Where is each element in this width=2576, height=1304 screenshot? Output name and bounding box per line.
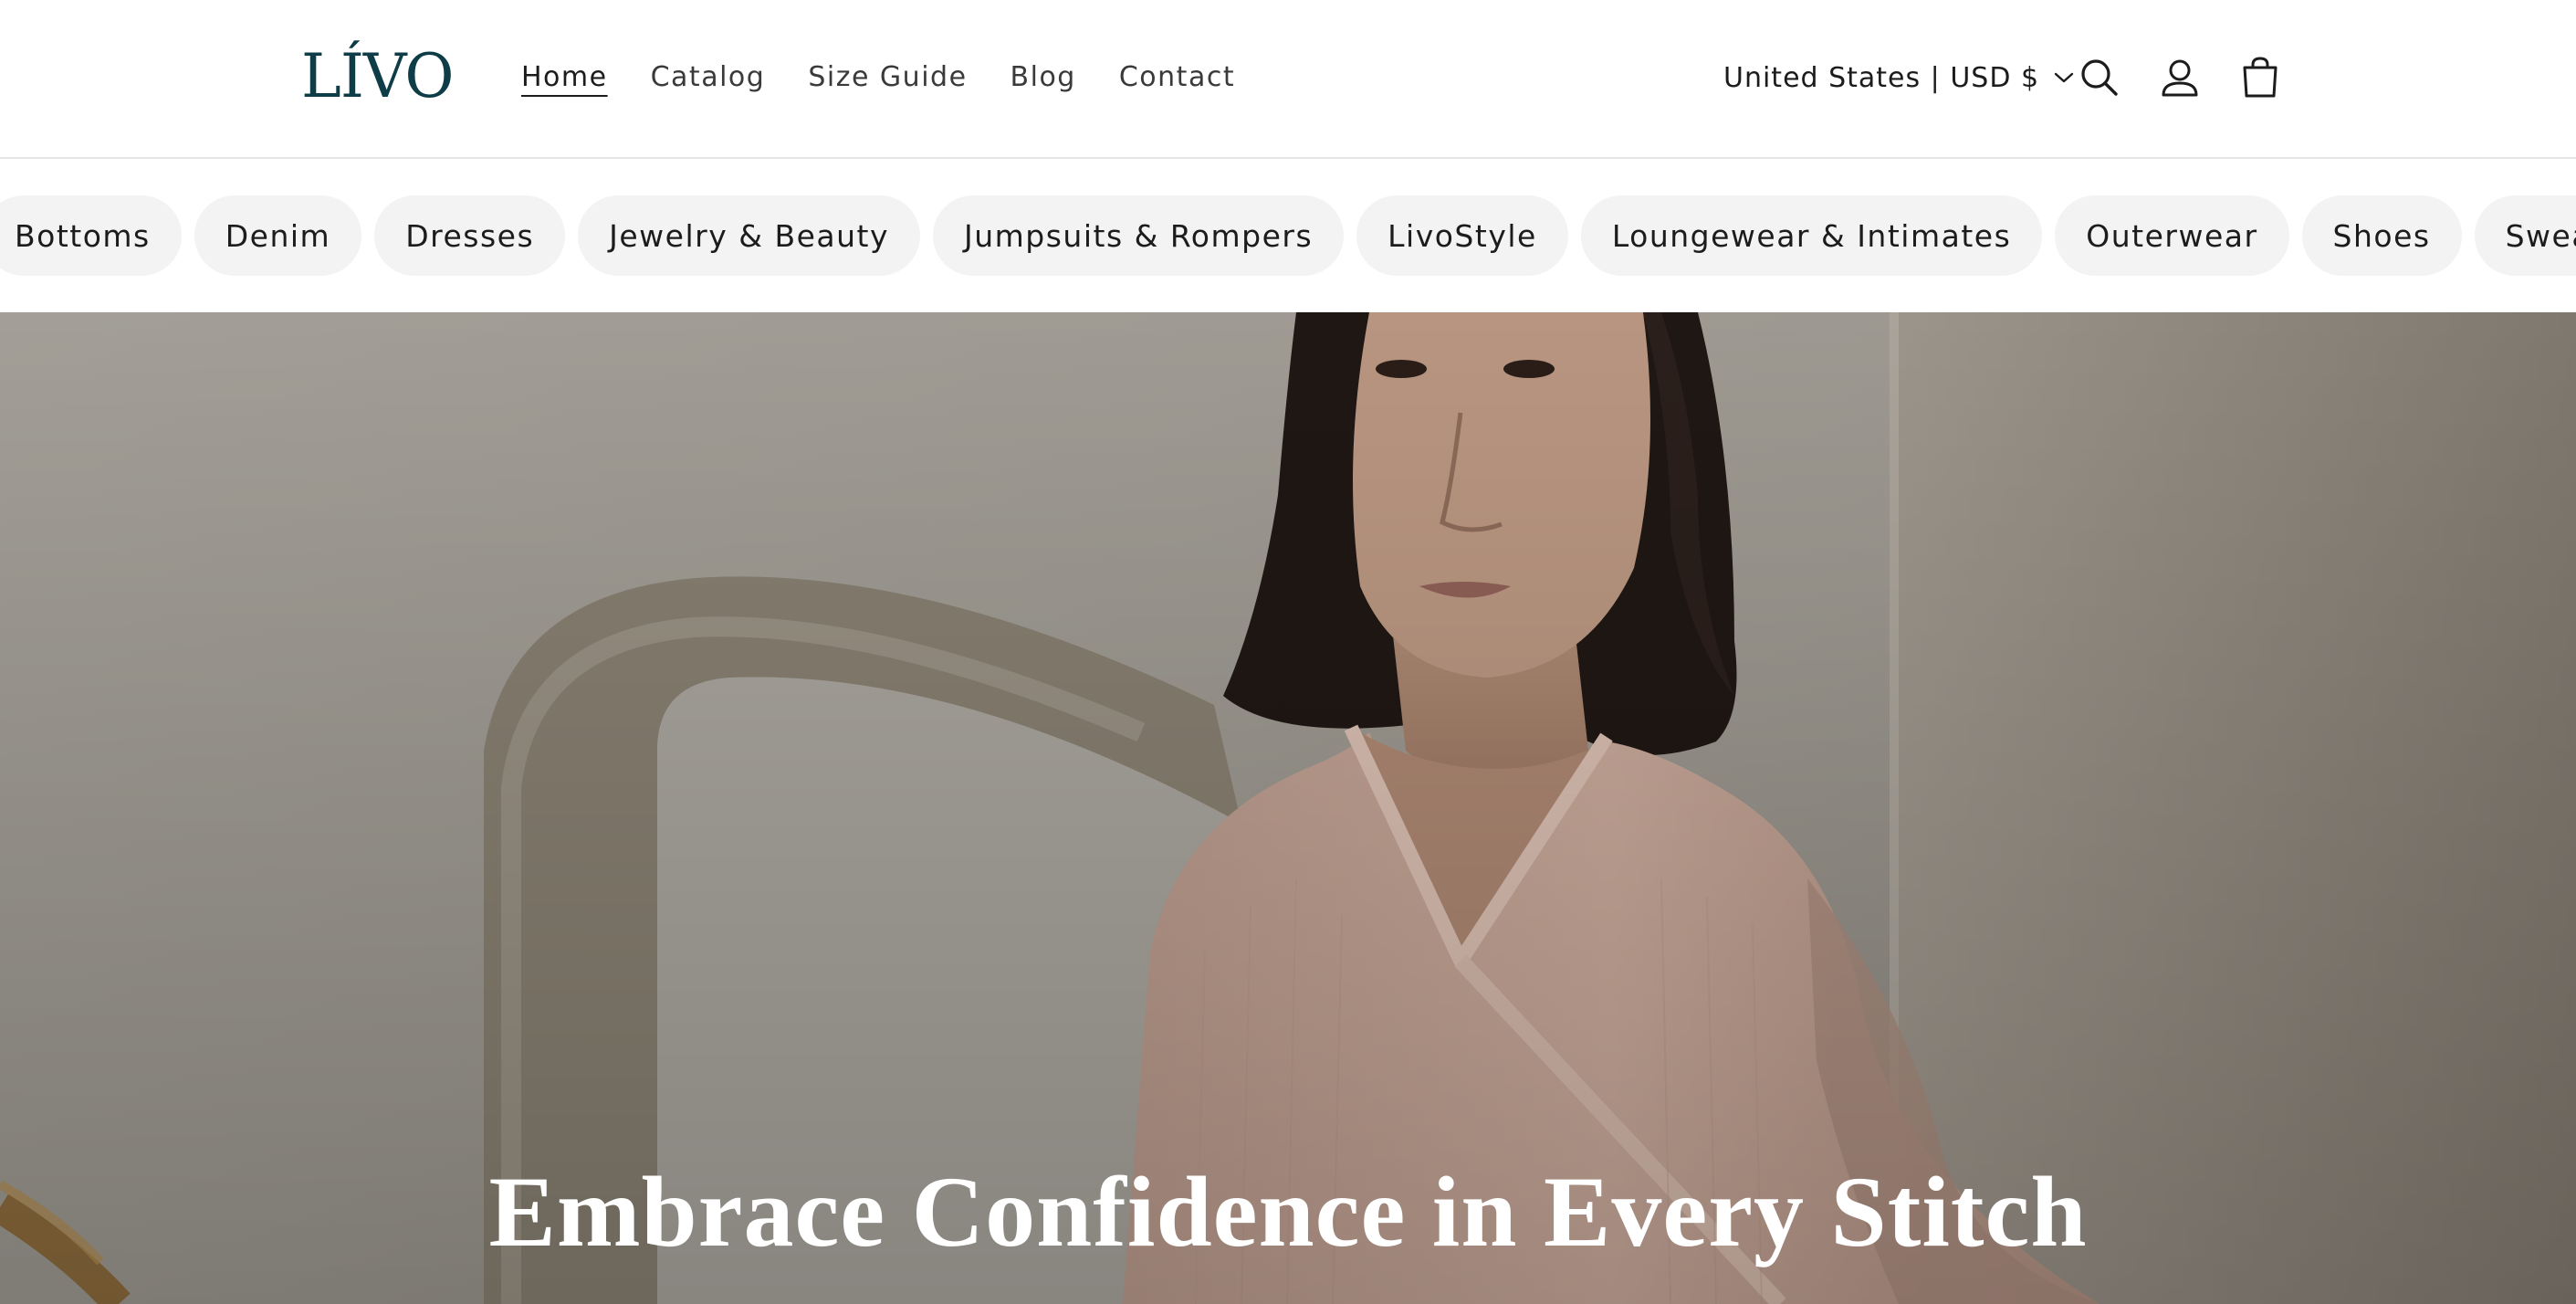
category-pill-jewelry-beauty[interactable]: Jewelry & Beauty: [578, 195, 920, 276]
nav-link-home[interactable]: Home: [521, 55, 608, 100]
category-pill-shoes[interactable]: Shoes: [2301, 195, 2462, 276]
locale-label: United States | USD $: [1723, 61, 2040, 94]
hero-title: Embrace Confidence in Every Stitch: [488, 1156, 2088, 1267]
brand-logo[interactable]: LÍVO: [301, 40, 455, 113]
nav-link-catalog[interactable]: Catalog: [651, 55, 766, 100]
search-button[interactable]: [2077, 55, 2122, 100]
chevron-down-icon: [2054, 72, 2074, 83]
category-pill-dresses[interactable]: Dresses: [374, 195, 566, 276]
category-pill-sweaters-knitwear[interactable]: Sweaters & Knitwear: [2474, 195, 2576, 276]
category-pill-bottoms[interactable]: Bottoms: [0, 195, 182, 276]
category-bar: Bottoms Denim Dresses Jewelry & Beauty J…: [0, 161, 2576, 312]
account-button[interactable]: [2157, 55, 2203, 100]
category-pill-livostyle[interactable]: LivoStyle: [1356, 195, 1568, 276]
category-pill-outerwear[interactable]: Outerwear: [2055, 195, 2289, 276]
account-icon: [2162, 59, 2198, 97]
search-icon: [2081, 59, 2118, 96]
nav-link-blog[interactable]: Blog: [1011, 55, 1076, 100]
category-pill-list: Bottoms Denim Dresses Jewelry & Beauty J…: [0, 195, 2576, 276]
category-pill-denim[interactable]: Denim: [194, 195, 362, 276]
hero-banner: Embrace Confidence in Every Stitch: [0, 312, 2576, 1304]
country-currency-selector[interactable]: United States | USD $: [1723, 55, 2074, 100]
main-nav: Home Catalog Size Guide Blog Contact: [521, 55, 1235, 100]
cart-icon: [2243, 57, 2278, 98]
cart-button[interactable]: [2237, 55, 2283, 100]
nav-link-contact[interactable]: Contact: [1119, 55, 1235, 100]
category-pill-loungewear-intimates[interactable]: Loungewear & Intimates: [1580, 195, 2043, 276]
category-pill-jumpsuits-rompers[interactable]: Jumpsuits & Rompers: [933, 195, 1345, 276]
nav-link-size-guide[interactable]: Size Guide: [808, 55, 967, 100]
site-header: LÍVO Home Catalog Size Guide Blog Contac…: [0, 0, 2576, 159]
